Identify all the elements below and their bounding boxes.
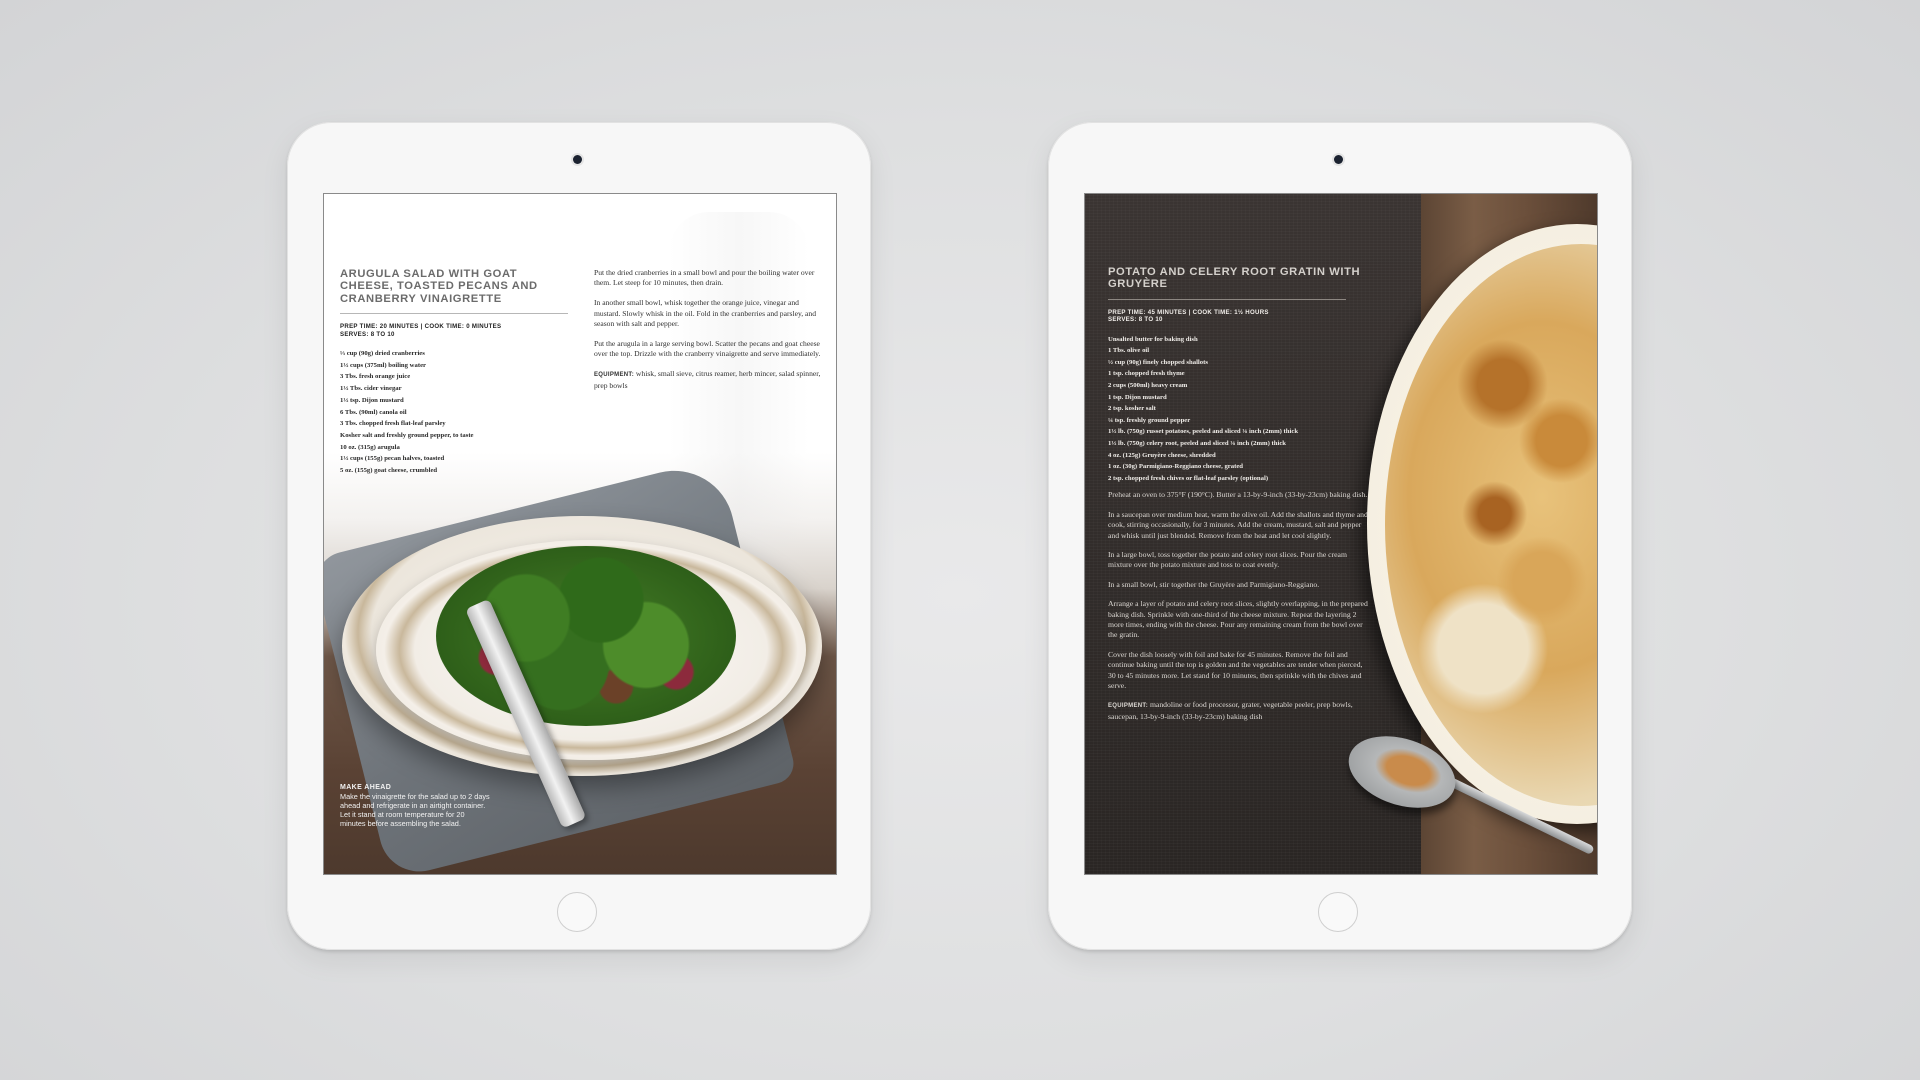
recipe-title: POTATO AND CELERY ROOT GRATIN WITH GRUYÈ… bbox=[1108, 266, 1361, 291]
equipment-label: EQUIPMENT: bbox=[1108, 703, 1149, 710]
make-ahead-text: Make the vinaigrette for the salad up to… bbox=[340, 792, 490, 829]
screen-left[interactable]: ARUGULA SALAD WITH GOAT CHEESE, TOASTED … bbox=[324, 194, 836, 874]
ingredient-list: Unsalted butter for baking dish 1 Tbs. o… bbox=[1108, 334, 1370, 485]
ingredient-item: 4 oz. (125g) Gruyère cheese, shredded bbox=[1108, 451, 1216, 459]
ingredient-item: 1½ cups (375ml) boiling water bbox=[340, 361, 427, 369]
ingredient-item: ⅓ cup (90g) dried cranberries bbox=[340, 350, 425, 358]
ingredient-item: ½ cup (90g) finely chopped shallots bbox=[1108, 358, 1208, 366]
ingredient-item: 6 Tbs. (90ml) canola oil bbox=[340, 408, 407, 416]
home-button[interactable] bbox=[557, 892, 597, 932]
ingredient-item: 1½ lb. (750g) russet potatoes, peeled an… bbox=[1108, 428, 1299, 436]
equipment: EQUIPMENT: whisk, small sieve, citrus re… bbox=[594, 369, 822, 390]
ingredient-item: 3 Tbs. fresh orange juice bbox=[340, 373, 411, 381]
right-recipe-column: POTATO AND CELERY ROOT GRATIN WITH GRUYÈ… bbox=[1108, 266, 1370, 731]
ingredient-item: Unsalted butter for baking dish bbox=[1108, 335, 1198, 343]
ingredient-item: 1½ tsp. Dijon mustard bbox=[340, 396, 404, 404]
camera-icon bbox=[1334, 155, 1343, 164]
tablet-right: POTATO AND CELERY ROOT GRATIN WITH GRUYÈ… bbox=[1048, 122, 1632, 950]
method-step: Cover the dish loosely with foil and bak… bbox=[1108, 649, 1363, 691]
home-button[interactable] bbox=[1318, 892, 1358, 932]
ingredient-item: Kosher salt and freshly ground pepper, t… bbox=[340, 431, 474, 439]
ingredient-item: 1½ Tbs. cider vinegar bbox=[340, 385, 402, 393]
screen-right[interactable]: POTATO AND CELERY ROOT GRATIN WITH GRUYÈ… bbox=[1085, 194, 1597, 874]
ingredient-item: 1 Tbs. olive oil bbox=[1108, 347, 1150, 355]
ingredient-item: 1 oz. (30g) Parmigiano-Reggiano cheese, … bbox=[1108, 463, 1244, 471]
method-step: In another small bowl, whisk together th… bbox=[594, 298, 817, 328]
equipment: EQUIPMENT: mandoline or food processor, … bbox=[1108, 700, 1370, 722]
method-steps: Preheat an oven to 375°F (190°C). Butter… bbox=[1108, 490, 1370, 722]
make-ahead-note: MAKE AHEAD Make the vinaigrette for the … bbox=[340, 784, 490, 828]
camera-icon bbox=[573, 155, 582, 164]
method-step: In a large bowl, toss together the potat… bbox=[1108, 549, 1347, 570]
recipe-title: ARUGULA SALAD WITH GOAT CHEESE, TOASTED … bbox=[340, 268, 538, 305]
method-step: Put the arugula in a large serving bowl.… bbox=[594, 339, 821, 359]
prep-cook-time: PREP TIME: 45 MINUTES | COOK TIME: 1½ HO… bbox=[1108, 308, 1269, 316]
divider bbox=[1108, 298, 1346, 300]
left-recipe-column: ARUGULA SALAD WITH GOAT CHEESE, TOASTED … bbox=[340, 268, 568, 477]
method-step: In a saucepan over medium heat, warm the… bbox=[1108, 509, 1368, 540]
divider bbox=[340, 313, 568, 315]
ingredient-item: 1 tsp. Dijon mustard bbox=[1108, 393, 1167, 401]
method-step: Preheat an oven to 375°F (190°C). Butter… bbox=[1108, 490, 1368, 500]
make-ahead-title: MAKE AHEAD bbox=[340, 784, 392, 791]
ingredient-item: 5 oz. (155g) goat cheese, crumbled bbox=[340, 467, 438, 475]
ingredient-item: 2 cups (500ml) heavy cream bbox=[1108, 382, 1188, 389]
ingredient-item: 3 Tbs. chopped fresh flat-leaf parsley bbox=[340, 420, 446, 428]
left-method-column: Put the dried cranberries in a small bow… bbox=[594, 268, 822, 401]
ingredient-item: 10 oz. (315g) arugula bbox=[340, 443, 400, 451]
method-step: Put the dried cranberries in a small bow… bbox=[594, 268, 815, 288]
ingredient-list: ⅓ cup (90g) dried cranberries 1½ cups (3… bbox=[340, 348, 568, 477]
ingredient-item: 2 tsp. kosher salt bbox=[1108, 405, 1156, 413]
tablet-left: ARUGULA SALAD WITH GOAT CHEESE, TOASTED … bbox=[287, 122, 871, 950]
equipment-label: EQUIPMENT: bbox=[594, 372, 635, 379]
method-step: In a small bowl, stir together the Gruyè… bbox=[1108, 579, 1320, 589]
ingredient-item: 2 tsp. chopped fresh chives or flat-leaf… bbox=[1108, 474, 1269, 482]
serves: SERVES: 8 TO 10 bbox=[1108, 316, 1163, 324]
ingredient-item: 1½ cups (155g) pecan halves, toasted bbox=[340, 455, 445, 463]
ingredient-item: ¼ tsp. freshly ground pepper bbox=[1108, 416, 1191, 424]
prep-cook-time: PREP TIME: 20 MINUTES | COOK TIME: 0 MIN… bbox=[340, 323, 502, 331]
method-step: Arrange a layer of potato and celery roo… bbox=[1108, 599, 1368, 640]
ingredient-item: 1 tsp. chopped fresh thyme bbox=[1108, 370, 1185, 378]
ingredient-item: 1½ lb. (750g) celery root, peeled and sl… bbox=[1108, 439, 1287, 447]
serves: SERVES: 8 TO 10 bbox=[340, 330, 395, 338]
